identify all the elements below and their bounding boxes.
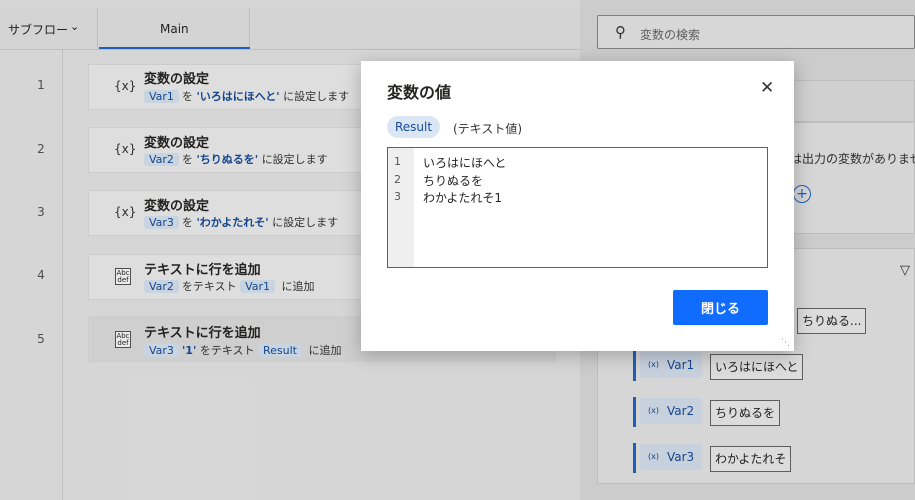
editor-line: ちりぬるを (423, 174, 484, 188)
close-icon[interactable]: ✕ (760, 78, 774, 98)
editor-line-number: 1 (394, 155, 401, 168)
close-button[interactable]: 閉じる (673, 290, 768, 325)
editor-line-number: 2 (394, 173, 401, 186)
editor-line-number: 3 (394, 190, 401, 203)
resize-grip-icon[interactable]: ⋱ (781, 338, 790, 348)
variable-name-chip: Result (387, 116, 441, 138)
editor-line: わかよたれそ1 (423, 191, 503, 205)
variable-type-label: (テキスト値) (453, 122, 523, 136)
editor-line: いろはにほへと (423, 156, 507, 170)
dialog-title: 変数の値 (387, 83, 452, 102)
